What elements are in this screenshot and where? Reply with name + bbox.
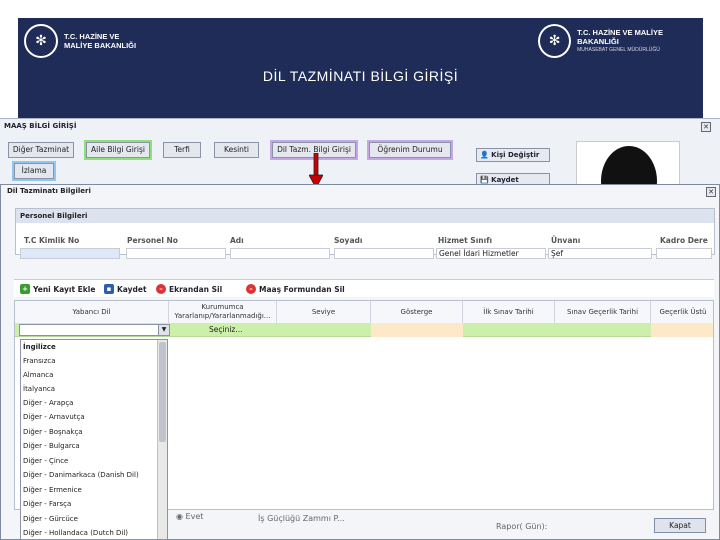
col-unvani: Ünvanı — [551, 236, 581, 245]
tab-terfi[interactable]: Terfi — [163, 142, 201, 158]
yeni-kayit-button[interactable]: + Yeni Kayıt Ekle — [20, 284, 95, 294]
list-item[interactable]: Diğer - Hollandaca (Dutch Dil) — [23, 529, 128, 537]
button-label: Kaydet — [491, 176, 519, 184]
col-gecerlik-tarihi: Sınav Geçerlik Tarihi — [555, 301, 651, 323]
col-ilk-sinav: İlk Sınav Tarihi — [463, 301, 555, 323]
ministry-seal-icon: ✻ — [538, 24, 572, 58]
col-hizmet-sinifi: Hizmet Sınıfı — [438, 236, 493, 245]
button-label: Maaş Formundan Sil — [259, 284, 345, 294]
logo-subline: MUHASEBAT GENEL MÜDÜRLÜĞÜ — [577, 46, 660, 53]
tab-izlama[interactable]: İzlama — [14, 163, 54, 179]
ekrandan-sil-button[interactable]: – Ekrandan Sil — [156, 284, 222, 294]
col-yabanci-dil: Yabancı Dil — [15, 301, 169, 323]
photo-silhouette — [601, 146, 657, 184]
hizmet-sinifi-value: Genel İdari Hizmetler — [436, 248, 546, 259]
seciniz-cell[interactable]: Seçiniz... — [209, 323, 243, 337]
col-gosterge: Gösterge — [371, 301, 463, 323]
rapor-gun-label: Rapor( Gün): — [496, 522, 548, 531]
yabanci-dil-select[interactable]: ▼ — [19, 324, 170, 336]
button-label: Kişi Değiştir — [491, 151, 540, 159]
save-icon: ▪ — [104, 284, 114, 294]
button-label: Kaydet — [117, 284, 147, 294]
tab-kesinti[interactable]: Kesinti — [214, 142, 259, 158]
list-item[interactable]: Diğer - Arnavutça — [23, 413, 85, 421]
gecerlik-ustu-cell — [651, 323, 713, 337]
title-banner: ✻ T.C. HAZİNE VE MALİYE BAKANLIĞI ✻ T.C. … — [18, 18, 703, 118]
col-gecerlik-ustu: Geçerlik Üstü — [651, 301, 713, 323]
scrollbar-thumb[interactable] — [159, 342, 166, 442]
list-item[interactable]: Diğer - Farsça — [23, 500, 71, 508]
list-item[interactable]: Diğer - Çince — [23, 457, 68, 465]
col-tc-kimlik: T.C Kimlik No — [24, 236, 80, 245]
kadro-derecesi-value — [656, 248, 712, 259]
slide-title: DİL TAZMİNATI BİLGİ GİRİŞİ — [262, 68, 459, 84]
window-title: Dil Tazminatı Bilgileri — [7, 187, 91, 195]
ministry-seal-icon: ✻ — [24, 24, 58, 58]
close-icon[interactable]: ✕ — [701, 122, 711, 132]
list-item[interactable]: Diğer - Danimarkaca (Danish Dil) — [23, 471, 139, 479]
logo-line: T.C. HAZİNE VE — [64, 32, 120, 41]
grid-toolbar: + Yeni Kayıt Ekle ▪ Kaydet – Ekrandan Sil –… — [14, 279, 714, 297]
kapat-button[interactable]: Kapat — [654, 518, 706, 533]
list-item[interactable]: Diğer - Bulgarca — [23, 442, 80, 450]
list-item[interactable]: Almanca — [23, 371, 53, 379]
col-kadro-derecesi: Kadro Dere — [660, 236, 708, 245]
list-item[interactable]: İtalyanca — [23, 385, 55, 393]
kaydet-grid-button[interactable]: ▪ Kaydet — [104, 284, 147, 294]
close-icon[interactable]: ✕ — [706, 187, 716, 197]
logo-line: MALİYE BAKANLIĞI — [64, 41, 137, 50]
dropdown-scrollbar[interactable] — [157, 340, 167, 539]
panel-title: Personel Bilgileri — [16, 209, 714, 223]
soyadi-value — [334, 248, 434, 259]
is-guclugu-label: İş Güçlüğü Zammı P... — [258, 514, 345, 523]
tab-ogrenim-durumu[interactable]: Öğrenim Durumu — [369, 142, 451, 158]
button-label: Yeni Kayıt Ekle — [33, 284, 96, 294]
yabanci-dil-dropdown[interactable]: İngilizce Fransızca Almanca İtalyanca Di… — [20, 339, 168, 540]
col-seviye: Seviye — [277, 301, 371, 323]
list-item[interactable]: İngilizce — [23, 343, 56, 351]
chevron-down-icon[interactable]: ▼ — [158, 325, 169, 335]
tab-diger-tazminat[interactable]: Diğer Tazminat — [8, 142, 74, 158]
kisi-degistir-button[interactable]: 👤 Kişi Değiştir — [476, 148, 550, 162]
col-personel-no: Personel No — [127, 236, 178, 245]
ministry-logo-left: ✻ T.C. HAZİNE VE MALİYE BAKANLIĞI — [24, 24, 136, 58]
gosterge-cell — [371, 323, 463, 337]
delete-icon: – — [156, 284, 166, 294]
delete-icon: – — [246, 284, 256, 294]
tc-kimlik-value — [20, 248, 120, 259]
adi-value — [230, 248, 330, 259]
option-label: Evet — [185, 512, 204, 521]
logo-line: T.C. HAZİNE VE MALİYE BAKANLIĞI — [577, 27, 663, 46]
plus-icon: + — [20, 284, 30, 294]
maas-formundan-sil-button[interactable]: – Maaş Formundan Sil — [246, 284, 345, 294]
personel-no-value — [126, 248, 226, 259]
tab-aile-bilgi[interactable]: Aile Bilgi Girişi — [86, 142, 150, 158]
list-item[interactable]: Diğer - Gürcüce — [23, 515, 78, 523]
col-yararlanma: Kurumumca Yararlanıp/Yararlanmadığı... — [169, 301, 277, 323]
col-soyadi: Soyadı — [334, 236, 363, 245]
evet-option[interactable]: ◉ Evet — [176, 512, 203, 521]
list-item[interactable]: Fransızca — [23, 357, 56, 365]
list-item[interactable]: Diğer - Ermenice — [23, 486, 82, 494]
col-adi: Adı — [230, 236, 244, 245]
list-item[interactable]: Diğer - Boşnakça — [23, 428, 83, 436]
personnel-photo — [576, 141, 680, 185]
button-label: Ekrandan Sil — [169, 284, 223, 294]
window-title: MAAŞ BİLGİ GİRİŞİ — [4, 122, 77, 130]
unvani-value: Şef — [548, 248, 652, 259]
list-item[interactable]: Diğer - Arapça — [23, 399, 73, 407]
ministry-logo-right: ✻ T.C. HAZİNE VE MALİYE BAKANLIĞI MUHASEB… — [538, 24, 703, 58]
